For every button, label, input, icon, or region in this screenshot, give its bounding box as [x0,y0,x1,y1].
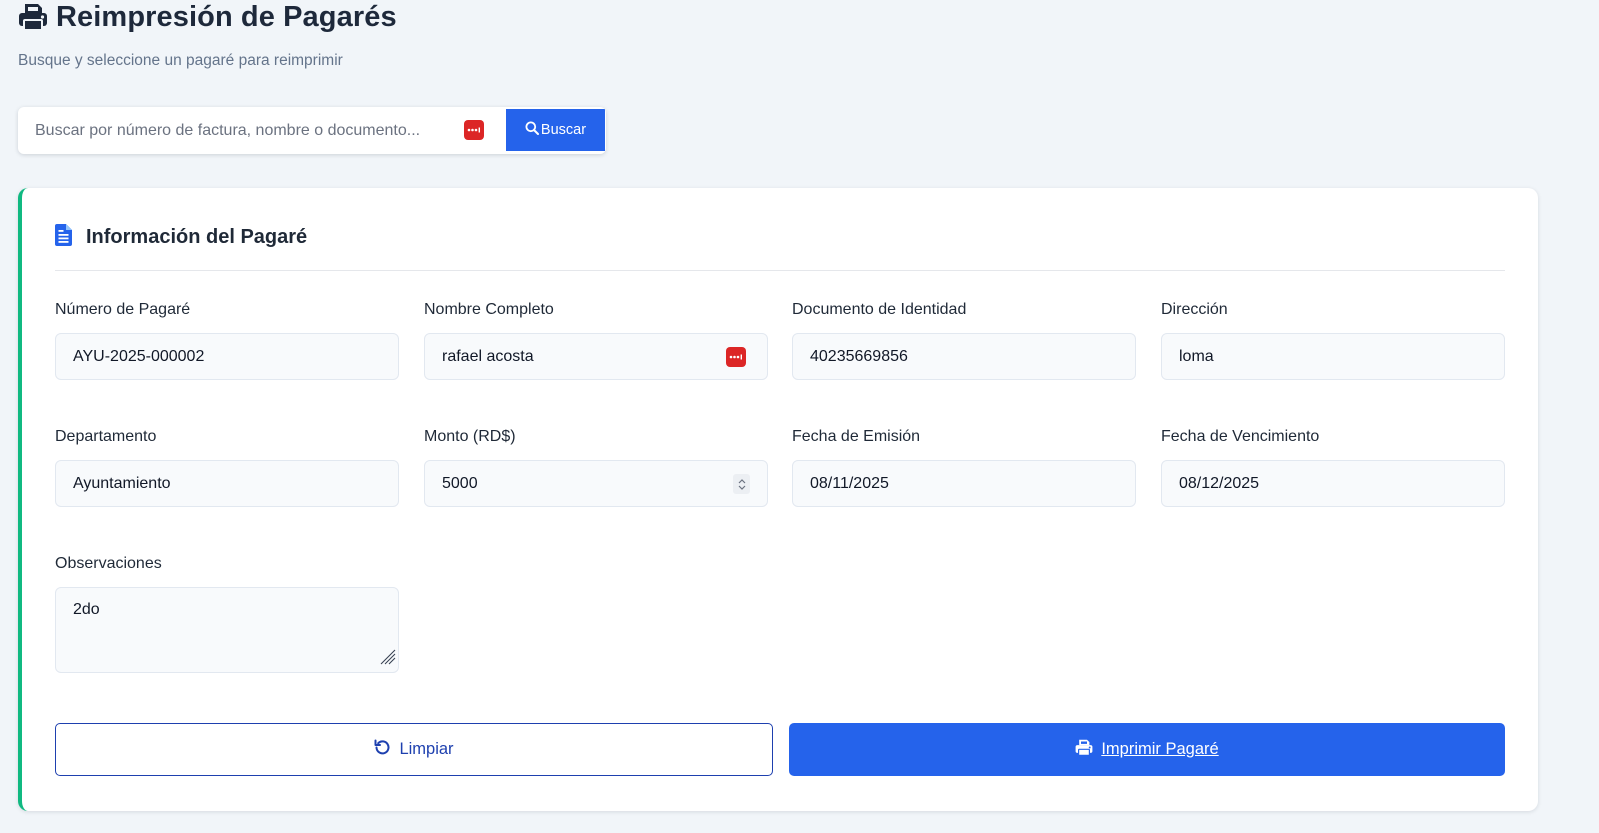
input-box [1161,460,1505,507]
page: Reimpresión de Pagarés Busque y seleccio… [0,0,1599,833]
field-observaciones: Observaciones 2do [55,555,399,673]
page-title: Reimpresión de Pagarés [56,0,397,33]
number-stepper[interactable] [733,474,750,494]
departamento-input[interactable] [56,461,398,506]
card-title: Información del Pagaré [86,225,308,248]
field-label: Fecha de Emisión [792,428,921,445]
search-button-label: Buscar [540,122,587,138]
input-box [55,460,399,507]
card-divider [55,270,1505,271]
document-icon [55,223,72,251]
clear-button[interactable]: Limpiar [55,723,773,776]
documento-identidad-input[interactable] [793,334,1135,379]
field-numero-pagare: Número de Pagaré [55,301,399,380]
field-label: Fecha de Vencimiento [1161,428,1320,445]
search-button[interactable]: Buscar [506,109,605,151]
field-label: Número de Pagaré [55,301,191,318]
search-input[interactable] [18,107,506,154]
search-icon [525,121,539,139]
printer-icon [1075,739,1093,761]
field-label: Monto (RD$) [424,428,516,445]
field-departamento: Departamento [55,428,399,507]
undo-icon [374,739,391,761]
card-header: Información del Pagaré [55,223,308,251]
password-manager-icon[interactable] [464,120,484,140]
field-monto: Monto (RD$) [424,428,768,507]
input-box [792,333,1136,380]
field-direccion: Dirección [1161,301,1505,380]
textarea-box: 2do [55,587,399,673]
input-box [55,333,399,380]
print-button-label: Imprimir Pagaré [1101,740,1219,758]
password-manager-icon[interactable] [726,347,746,367]
field-fecha-vencimiento: Fecha de Vencimiento [1161,428,1505,507]
fecha-emision-input[interactable] [793,461,1135,506]
field-label: Observaciones [55,555,162,572]
input-box [424,460,768,507]
pagare-info-card: Información del Pagaré Número de Pagaré … [18,188,1538,811]
print-button[interactable]: Imprimir Pagaré [789,723,1505,776]
input-box [424,333,768,380]
direccion-input[interactable] [1162,334,1504,379]
input-box [792,460,1136,507]
field-label: Nombre Completo [424,301,554,318]
search-bar: Buscar [18,107,606,154]
numero-pagare-input[interactable] [56,334,398,379]
clear-button-label: Limpiar [399,740,454,758]
monto-input[interactable] [425,461,767,506]
field-label: Departamento [55,428,157,445]
search-input-wrapper [18,107,506,154]
fecha-vencimiento-input[interactable] [1162,461,1504,506]
field-label: Dirección [1161,301,1228,318]
printer-icon [18,3,48,31]
field-fecha-emision: Fecha de Emisión [792,428,1136,507]
observaciones-textarea[interactable]: 2do [56,588,398,672]
page-subtitle: Busque y seleccione un pagaré para reimp… [18,52,343,69]
field-label: Documento de Identidad [792,301,967,318]
field-documento-identidad: Documento de Identidad [792,301,1136,380]
resize-handle-icon[interactable] [379,648,396,670]
field-nombre-completo: Nombre Completo [424,301,768,380]
input-box [1161,333,1505,380]
nombre-completo-input[interactable] [425,334,767,379]
page-header: Reimpresión de Pagarés [18,0,397,34]
